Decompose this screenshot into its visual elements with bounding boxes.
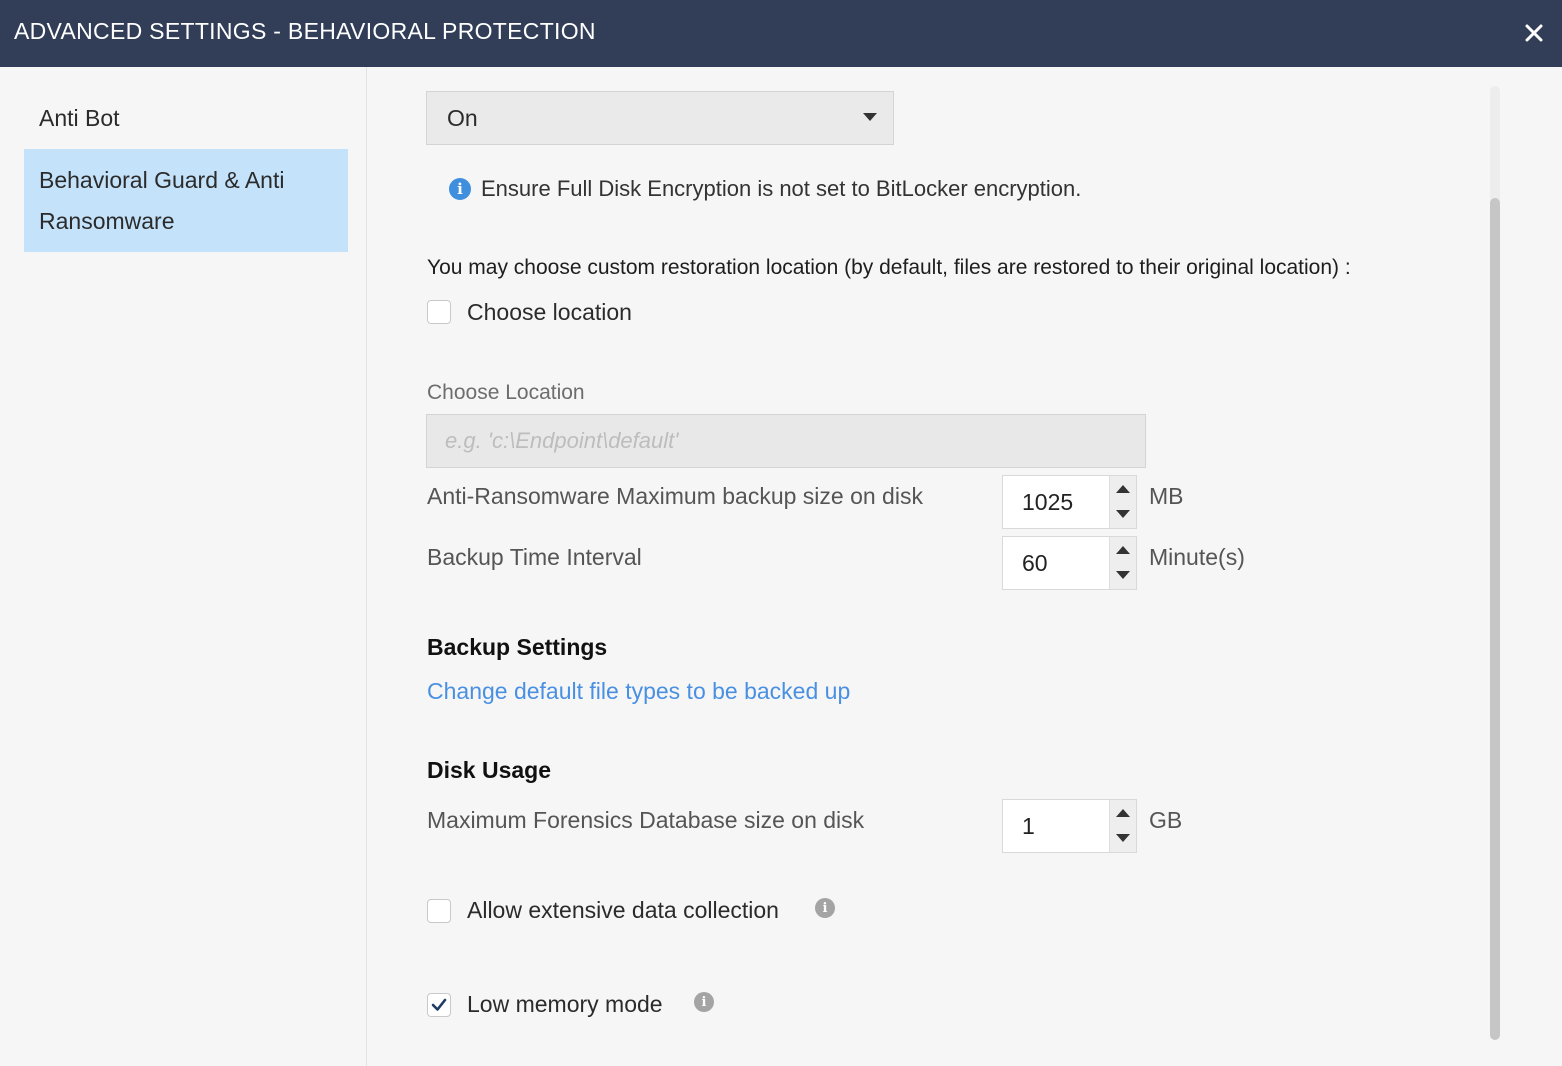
sidebar-item-behavioral-guard[interactable]: Behavioral Guard & Anti Ransomware [24,149,348,252]
forensics-size-unit: GB [1149,807,1183,833]
info-icon[interactable]: i [815,898,835,918]
title-bar: ADVANCED SETTINGS - BEHAVIORAL PROTECTIO… [0,0,1562,67]
dialog-title: ADVANCED SETTINGS - BEHAVIORAL PROTECTIO… [14,18,596,44]
forensics-size-label: Maximum Forensics Database size on disk [427,807,865,833]
select-value: On [447,105,478,131]
stepper-down-icon[interactable] [1116,510,1130,518]
protection-mode-select[interactable]: On [426,91,894,145]
change-file-types-link[interactable]: Change default file types to be backed u… [427,678,850,705]
low-memory-checkbox[interactable] [427,993,451,1017]
backup-size-label: Anti-Ransomware Maximum backup size on d… [427,483,923,509]
backup-size-unit: MB [1149,483,1184,509]
info-note-text: Ensure Full Disk Encryption is not set t… [481,176,1082,201]
extensive-collection-label: Allow extensive data collection [467,897,779,923]
choose-location-checkbox[interactable] [427,300,451,324]
stepper-down-icon[interactable] [1116,834,1130,842]
stepper-up-icon[interactable] [1116,809,1130,817]
backup-settings-heading: Backup Settings [427,634,608,660]
backup-size-value: 1025 [1022,489,1074,515]
forensics-size-value: 1 [1022,813,1035,839]
stepper-down-icon[interactable] [1116,571,1130,579]
scrollbar-thumb[interactable] [1490,198,1500,1040]
sidebar-item-anti-bot[interactable]: Anti Bot [24,97,348,139]
backup-interval-value: 60 [1022,550,1048,576]
stepper-up-icon[interactable] [1116,546,1130,554]
encryption-info-note: i Ensure Full Disk Encryption is not set… [449,176,1081,202]
location-path-input[interactable] [426,414,1146,468]
stepper-arrows [1109,476,1136,528]
extensive-collection-checkbox[interactable] [427,899,451,923]
choose-location-field-label: Choose Location [427,381,585,404]
stepper-arrows [1109,800,1136,852]
backup-interval-stepper[interactable]: 60 [1002,536,1137,590]
info-icon[interactable]: i [694,992,714,1012]
info-icon: i [449,178,471,200]
sidebar: Anti Bot Behavioral Guard & Anti Ransomw… [0,67,367,1066]
chevron-down-icon [863,113,877,121]
forensics-size-stepper[interactable]: 1 [1002,799,1137,853]
choose-location-label: Choose location [467,299,632,325]
disk-usage-heading: Disk Usage [427,757,552,783]
checkmark-icon [431,998,447,1011]
sidebar-item-label: Anti Bot [39,105,120,131]
close-button[interactable] [1514,13,1554,53]
backup-interval-unit: Minute(s) [1149,544,1245,570]
stepper-arrows [1109,537,1136,589]
close-icon [1525,24,1543,42]
restoration-description: You may choose custom restoration locati… [427,256,1351,279]
backup-interval-label: Backup Time Interval [427,544,642,570]
backup-size-stepper[interactable]: 1025 [1002,475,1137,529]
sidebar-item-label: Behavioral Guard & Anti Ransomware [39,167,285,234]
low-memory-label: Low memory mode [467,991,663,1017]
stepper-up-icon[interactable] [1116,485,1130,493]
